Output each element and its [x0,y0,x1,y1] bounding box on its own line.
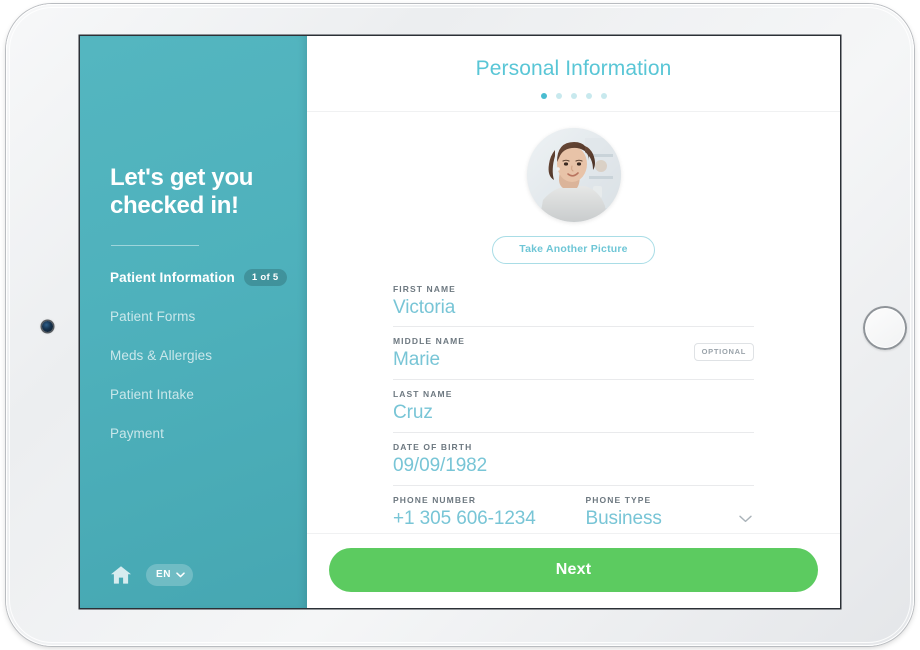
device-home-button[interactable] [863,306,907,350]
language-label: EN [156,569,172,580]
sidebar-item-meds-allergies[interactable]: Meds & Allergies [110,342,293,370]
date-of-birth-field[interactable]: DATE OF BIRTH 09/09/1982 [393,442,754,486]
sidebar-heading: Let's get you checked in! [110,164,293,221]
next-button[interactable]: Next [329,548,818,592]
optional-badge: OPTIONAL [693,343,754,361]
step-dot-4[interactable] [585,93,592,99]
main-header: Personal Information [307,36,840,112]
screenshot-stage: Let's get you checked in! Patient Inform… [0,0,920,650]
tablet-screen: Let's get you checked in! Patient Inform… [80,36,840,608]
phone-number-value[interactable]: +1 305 606-1234 [393,507,562,531]
sidebar-divider [111,244,199,246]
sidebar-heading-line-2: checked in! [110,192,239,220]
phone-type-value[interactable]: Business [586,507,755,531]
sidebar-item-patient-intake[interactable]: Patient Intake [110,381,293,409]
personal-information-form: FIRST NAME Victoria MIDDLE NAME Marie OP… [393,284,754,534]
last-name-value[interactable]: Cruz [393,401,754,425]
avatar-block: Take Another Picture [307,112,840,264]
main-body: Take Another Picture FIRST NAME Victoria… [307,112,840,533]
chevron-down-icon[interactable] [739,515,752,523]
main-panel: Personal Information Take Another Pictur… [307,36,840,608]
page-title: Personal Information [475,57,672,80]
sidebar-heading-line-1: Let's get you [110,164,254,191]
last-name-field[interactable]: LAST NAME Cruz [393,389,754,433]
sidebar-item-payment[interactable]: Payment [110,420,293,448]
sidebar-item-patient-forms[interactable]: Patient Forms [110,303,293,331]
first-name-value[interactable]: Victoria [393,296,754,320]
phone-row: PHONE NUMBER +1 305 606-1234 PHONE TYPE … [393,495,754,534]
sidebar-item-label: Patient Forms [110,309,196,325]
front-camera-icon [42,321,53,332]
take-another-picture-button[interactable]: Take Another Picture [492,236,655,264]
sidebar-footer: EN [110,564,194,586]
step-dot-3[interactable] [570,93,577,99]
sidebar: Let's get you checked in! Patient Inform… [80,36,307,608]
first-name-label: FIRST NAME [393,283,456,294]
phone-number-label: PHONE NUMBER [393,494,477,505]
step-dot-1[interactable] [540,93,547,99]
sidebar-nav: Patient Information 1 of 5 Patient Forms… [110,264,293,448]
patient-photo-avatar[interactable] [526,128,621,222]
middle-name-field[interactable]: MIDDLE NAME Marie OPTIONAL [393,336,754,380]
step-dot-2[interactable] [555,93,562,99]
first-name-field[interactable]: FIRST NAME Victoria [393,284,754,328]
sidebar-step-badge: 1 of 5 [243,269,287,286]
phone-number-field[interactable]: PHONE NUMBER +1 305 606-1234 [393,495,562,534]
phone-type-field[interactable]: PHONE TYPE Business [586,495,755,534]
date-of-birth-label: DATE OF BIRTH [393,441,473,452]
phone-type-label: PHONE TYPE [585,494,652,505]
last-name-label: LAST NAME [393,389,453,399]
sidebar-item-patient-information[interactable]: Patient Information 1 of 5 [110,264,293,292]
sidebar-item-label: Meds & Allergies [110,348,213,364]
home-icon[interactable] [110,565,132,585]
sidebar-item-label: Patient Intake [110,387,194,403]
step-dot-5[interactable] [600,93,607,99]
sidebar-content: Let's get you checked in! Patient Inform… [110,164,293,459]
sidebar-item-label: Patient Information [110,270,235,286]
date-of-birth-value[interactable]: 09/09/1982 [393,454,754,478]
step-progress-dots [307,93,840,99]
main-footer: Next [307,533,840,608]
chevron-down-icon [176,572,185,578]
sidebar-item-label: Payment [110,426,164,442]
language-selector[interactable]: EN [146,564,194,586]
